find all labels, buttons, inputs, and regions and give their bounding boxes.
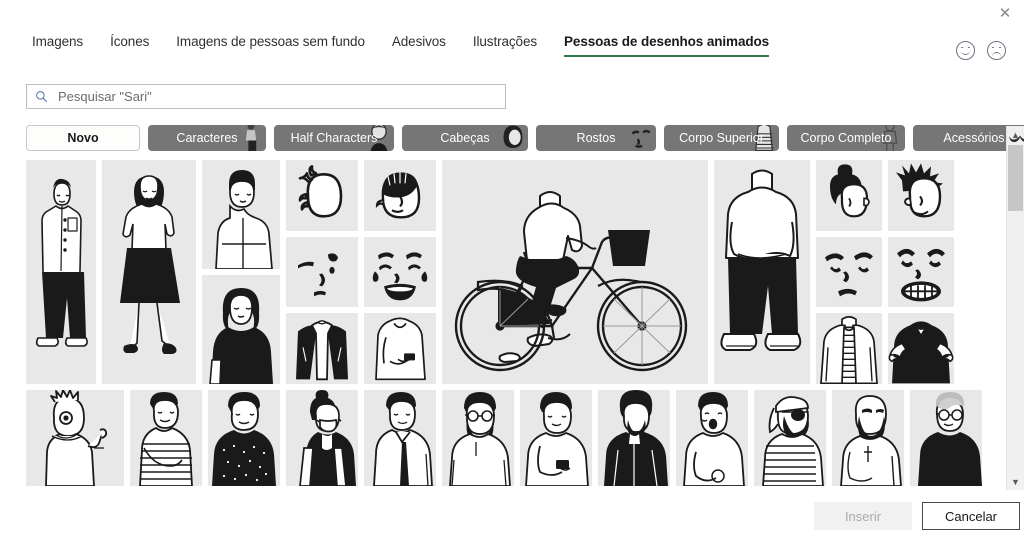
search-input[interactable] [56,88,497,105]
chip-cabecas[interactable]: Cabeças [402,124,528,151]
gallery-tile-standing-man-vest[interactable] [26,160,96,384]
gallery-column-stack-4 [816,160,882,385]
tab-ilustracoes[interactable]: Ilustrações [473,34,537,57]
gallery-column-stack-5 [888,160,954,385]
gallery-tile-pointing-person-cyclops[interactable] [26,390,124,486]
gallery-row-2 [26,390,1002,486]
chip-label: Corpo Completo [800,130,892,145]
gallery-tile-striped-shirt-man[interactable] [130,390,202,486]
gallery-tile-shrugging-person[interactable] [888,313,954,385]
tab-adesivos[interactable]: Adesivos [392,34,446,57]
gallery-tile-bun-hair-head[interactable] [816,160,882,231]
dialog-footer: Inserir Cancelar [0,490,1024,543]
gallery-tile-person-with-phone[interactable] [364,313,436,385]
gallery-tile-bandana-eyepatch-man[interactable] [754,390,826,486]
gallery-tile-person-on-bicycle[interactable] [442,160,708,384]
chip-label: Novo [67,130,99,145]
gallery-tile-dotted-sweater-man[interactable] [208,390,280,486]
chevron-down-icon[interactable]: ▼ [1007,473,1024,490]
gallery-tile-wink-face[interactable] [286,236,358,308]
search-box[interactable] [26,84,506,109]
scrollbar-thumb[interactable] [1008,145,1023,211]
gallery-tile-dark-jacket-man[interactable] [598,390,670,486]
chip-label: Cabeças [440,130,490,145]
gallery-tile-glasses-dark-sweater-man[interactable] [910,390,982,486]
tab-pessoas-de-desenhos-animados[interactable]: Pessoas de desenhos animados [564,34,769,57]
cancel-button[interactable]: Cancelar [922,502,1020,530]
chip-novo[interactable]: Novo [26,124,140,151]
chip-label: Corpo Superior [679,130,764,145]
chip-corpo-completo[interactable]: Corpo Completo [787,124,905,151]
gallery-column-stack-3 [364,160,436,385]
filter-chips-row: Novo Caracteres Half Characters Cabeças … [26,124,1024,151]
gallery-tile-blank-head[interactable] [286,160,358,231]
chip-label: Caracteres [176,130,238,145]
gallery-tile-grinning-teeth-face[interactable] [888,236,954,308]
gallery-tile-standing-woman-skirt[interactable] [102,160,196,384]
tab-icones[interactable]: Ícones [110,34,149,57]
gallery-row-1 [26,160,1002,385]
gallery-column-stack-2 [286,160,358,385]
gallery-tile-man-with-phone[interactable] [520,390,592,486]
tab-imagens[interactable]: Imagens [32,34,83,57]
gallery-tile-bald-beard-man[interactable] [832,390,904,486]
chip-label: Half Characters [290,130,378,145]
gallery-tile-mask-woman-tanktop[interactable] [286,390,358,486]
gallery-tile-tie-shirt-man[interactable] [364,390,436,486]
gallery-tile-laughing-face[interactable] [364,236,436,308]
chip-label: Acessórios [943,130,1005,145]
smiley-face-icon[interactable] [956,41,975,60]
chip-half-characters[interactable]: Half Characters [274,124,394,151]
tab-strip: Imagens Ícones Imagens de pessoas sem fu… [0,34,1024,66]
insert-button[interactable]: Inserir [814,502,912,530]
gallery-column-stack-1 [202,160,280,384]
chip-caracteres[interactable]: Caracteres [148,124,266,151]
frowny-face-icon[interactable] [987,41,1006,60]
gallery-tile-surprised-tshirt-man[interactable] [676,390,748,486]
cartoon-people-picker-dialog: ✕ Imagens Ícones Imagens de pessoas sem … [0,0,1024,543]
search-icon [36,91,48,103]
close-icon[interactable]: ✕ [990,0,1020,26]
gallery-tile-spiky-hair-head[interactable] [888,160,954,231]
gallery-scrollbar[interactable]: ▲ ▼ [1006,126,1024,490]
chip-acessorios[interactable]: Acessórios [913,124,1024,151]
chip-corpo-superior[interactable]: Corpo Superior [664,124,779,151]
gallery-tile-curly-hair-woman-bust[interactable] [202,275,280,384]
image-gallery [26,160,1002,490]
gallery-tile-calm-closed-eyes-face[interactable] [816,236,882,308]
gallery-tile-arms-crossed-full-body[interactable] [714,160,810,384]
gallery-tile-beanie-head[interactable] [364,160,436,231]
gallery-tile-bearded-glasses-man[interactable] [442,390,514,486]
chip-label: Rostos [576,130,616,145]
tab-imagens-de-pessoas-sem-fundo[interactable]: Imagens de pessoas sem fundo [176,34,365,57]
gallery-tile-striped-shirt-blazer[interactable] [816,313,882,385]
chip-rostos[interactable]: Rostos [536,124,656,151]
gallery-tile-open-jacket[interactable] [286,313,358,385]
gallery-tile-hoodie-man-bust[interactable] [202,160,280,269]
feedback-icons [956,41,1006,60]
